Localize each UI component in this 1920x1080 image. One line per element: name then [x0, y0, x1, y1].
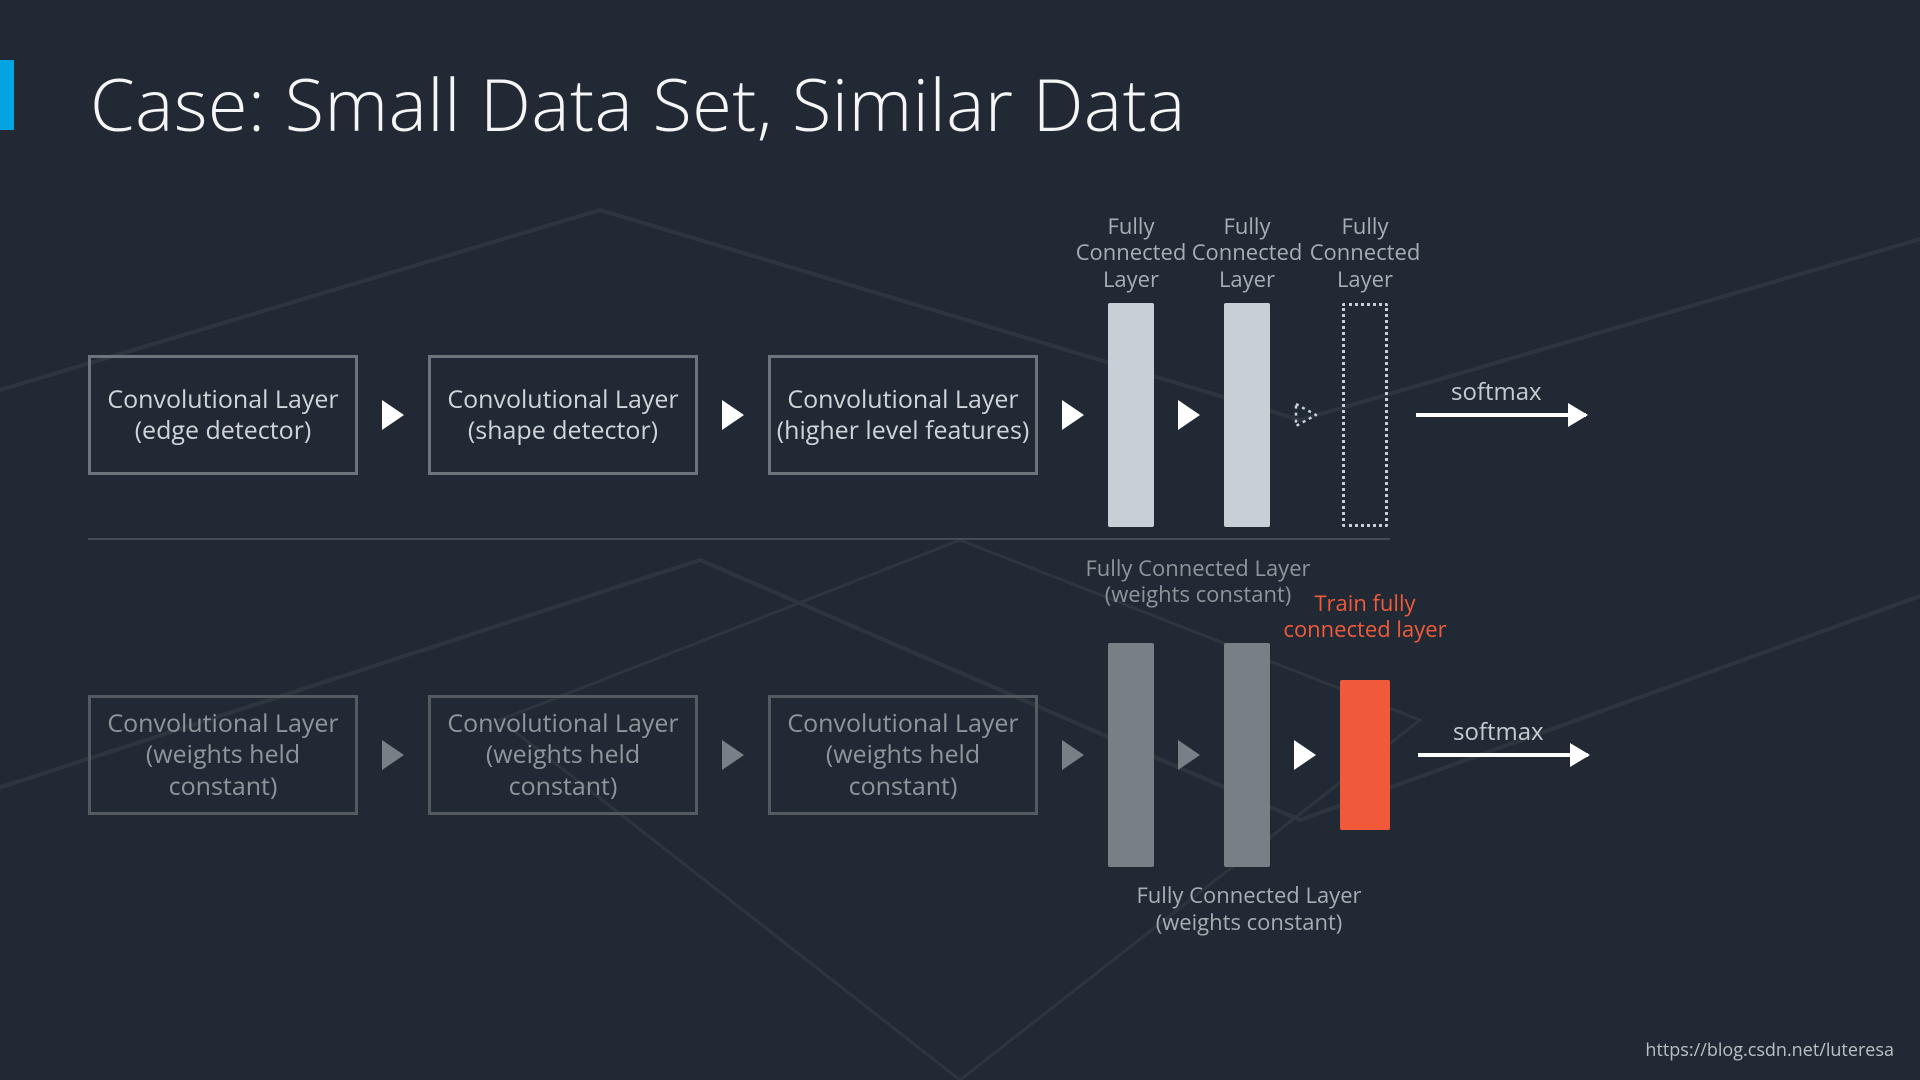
softmax-arrow: softmax: [1416, 413, 1586, 417]
arrow-line-icon: [1416, 413, 1586, 417]
softmax-label: softmax: [1451, 375, 1542, 408]
watermark: https://blog.csdn.net/luteresa: [1645, 1038, 1894, 1062]
arrow-icon: [1062, 400, 1084, 430]
fc-label: Fully Connected Layer: [1290, 213, 1440, 292]
fc-frozen-1: [1108, 643, 1154, 867]
arrow-line-icon: [1418, 753, 1588, 757]
fc-bar-grey: [1108, 643, 1154, 867]
fc-bottom-label: Fully Connected Layer (weights constant): [1109, 882, 1389, 935]
arrow-dotted-icon: [1294, 402, 1318, 428]
fc-frozen-2: Fully Connected Layer (weights constant): [1224, 643, 1270, 867]
arrow-icon: [722, 740, 744, 770]
fc-bar-grey: [1224, 643, 1270, 867]
conv-box-shape: Convolutional Layer (shape detector): [428, 355, 698, 475]
train-label: Train fully connected layer: [1265, 590, 1465, 643]
arrow-icon: [1294, 740, 1316, 770]
arrow-icon: [1178, 400, 1200, 430]
fc-trainable: Train fully connected layer: [1340, 680, 1390, 830]
arrow-icon: [382, 740, 404, 770]
conv-box-higher: Convolutional Layer (higher level featur…: [768, 355, 1038, 475]
fc-bar-orange: [1340, 680, 1390, 830]
softmax-label: softmax: [1453, 715, 1544, 748]
fc-frozen-pair: Fully Connected Layer (weights constant)…: [1108, 643, 1270, 867]
softmax-arrow-2: softmax: [1418, 753, 1588, 757]
arrow-icon: [1178, 740, 1200, 770]
arrow-icon: [382, 400, 404, 430]
fc-layer-2: Fully Connected Layer: [1224, 303, 1270, 527]
conv-box-frozen-1: Convolutional Layer (weights held consta…: [88, 695, 358, 815]
fc-bar: [1108, 303, 1154, 527]
fc-bar-dashed: [1342, 303, 1388, 527]
arrow-icon: [1062, 740, 1084, 770]
diagram-stage: Convolutional Layer (edge detector) Conv…: [88, 220, 1850, 860]
accent-bar: [0, 60, 14, 130]
arrow-icon: [722, 400, 744, 430]
conv-box-frozen-2: Convolutional Layer (weights held consta…: [428, 695, 698, 815]
page-title: Case: Small Data Set, Similar Data: [90, 55, 1186, 153]
fc-bar: [1224, 303, 1270, 527]
fc-layer-1: Fully Connected Layer: [1108, 303, 1154, 527]
fc-layer-3-dashed: Fully Connected Layer: [1342, 303, 1388, 527]
conv-box-edge: Convolutional Layer (edge detector): [88, 355, 358, 475]
row-original-network: Convolutional Layer (edge detector) Conv…: [88, 220, 1850, 520]
row-transfer-network: Convolutional Layer (weights held consta…: [88, 560, 1850, 860]
conv-box-frozen-3: Convolutional Layer (weights held consta…: [768, 695, 1038, 815]
divider-line: [88, 538, 1390, 540]
